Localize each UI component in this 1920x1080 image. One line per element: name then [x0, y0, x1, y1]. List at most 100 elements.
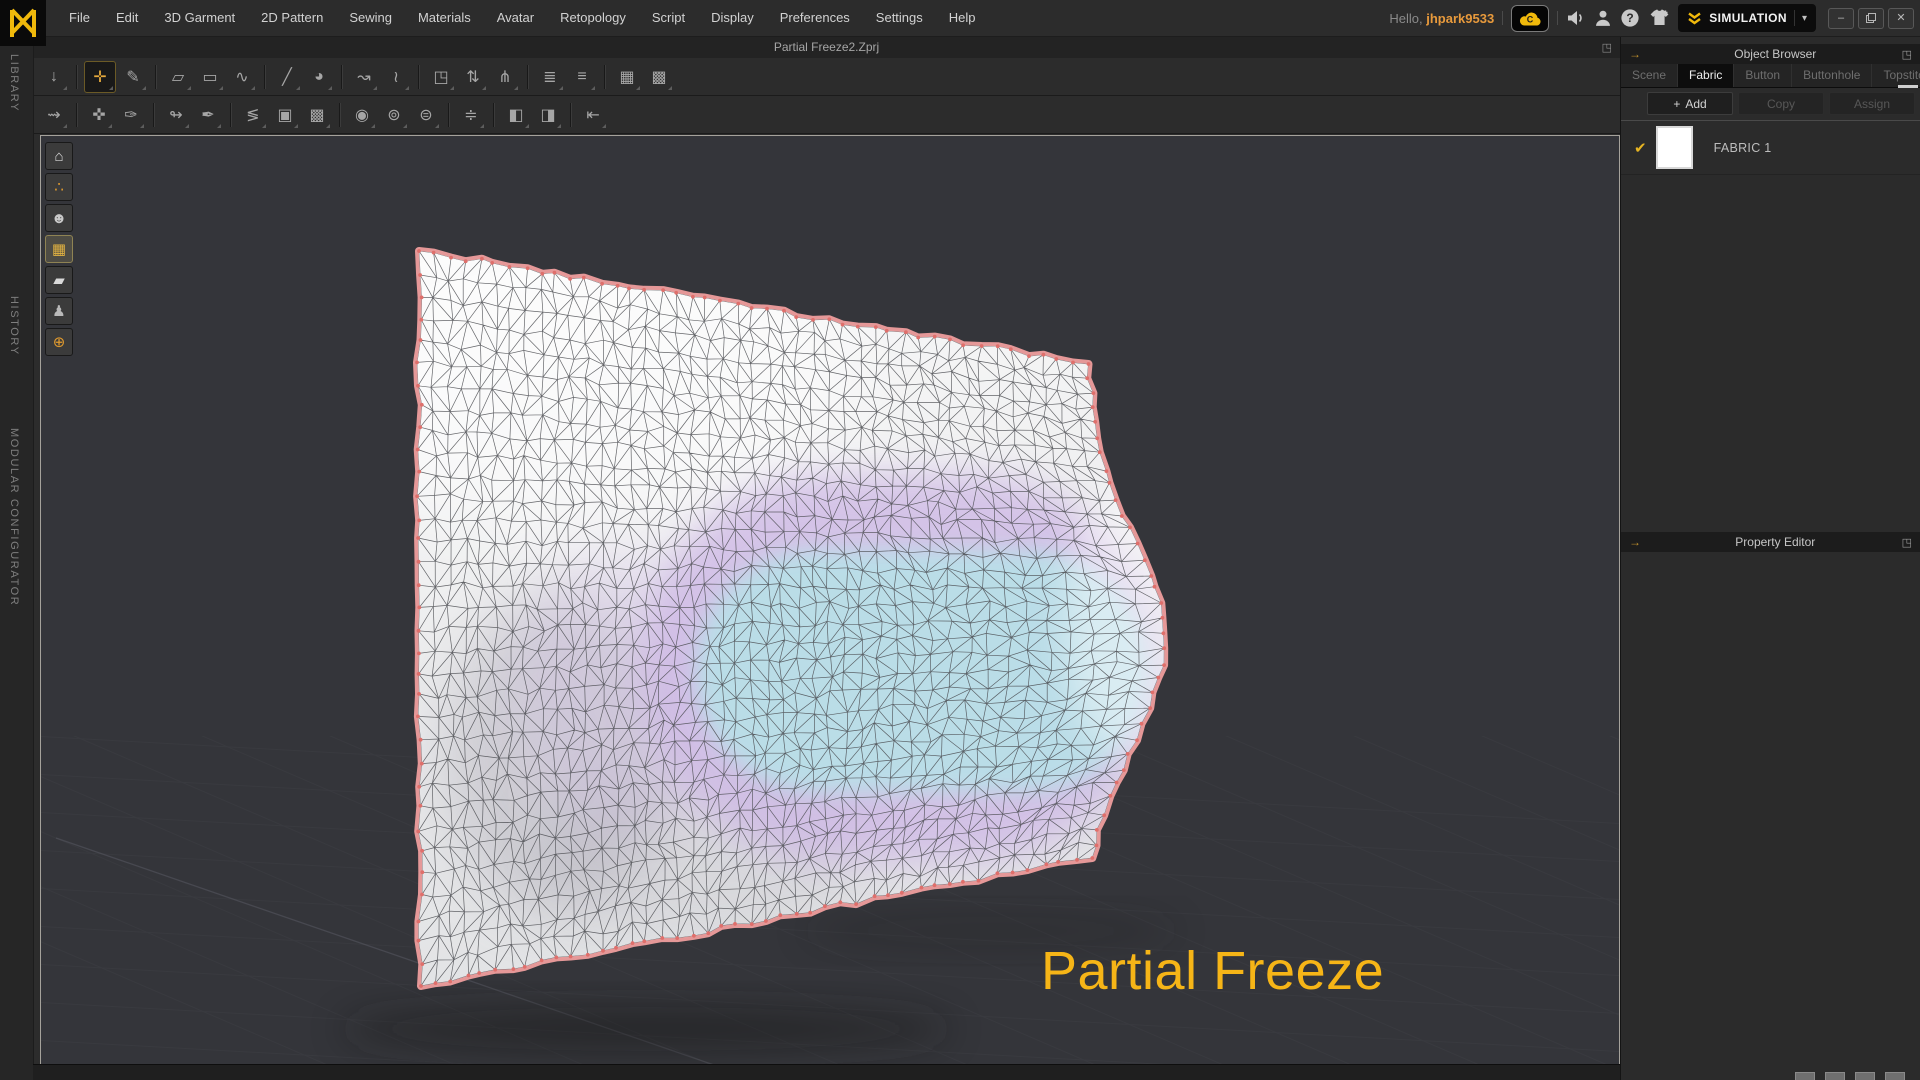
property-editor-title: Property Editor — [1649, 535, 1902, 549]
copy-button[interactable]: Copy — [1738, 92, 1824, 115]
avatar-bust-icon[interactable]: ♟ — [45, 297, 73, 325]
button-icon[interactable]: ⊚ — [379, 100, 409, 130]
tab-fabric[interactable]: Fabric — [1678, 64, 1734, 87]
restore-button[interactable] — [1858, 8, 1884, 29]
minimize-button[interactable]: – — [1828, 8, 1854, 29]
zipper-garment-icon[interactable]: ≶ — [238, 100, 268, 130]
mesh-view-icon[interactable]: ▦ — [45, 235, 73, 263]
select-move-icon[interactable]: ✛ — [84, 61, 116, 93]
3d-viewport[interactable]: ⌂ ∴ ☻ ▦ ▰ ♟ ⊕ Partial Freeze — [40, 135, 1620, 1066]
pin-select-icon[interactable]: ✜ — [84, 100, 114, 130]
flatten-right-icon[interactable]: ◨ — [533, 100, 563, 130]
expand-window-icon[interactable]: ◳ — [1602, 41, 1612, 54]
menu-materials[interactable]: Materials — [405, 0, 484, 36]
free-sewing-icon[interactable]: ≀ — [381, 62, 411, 92]
pin-arrow-icon[interactable]: → — [1629, 47, 1641, 61]
simulate-icon[interactable]: ↓ — [39, 62, 69, 92]
menu-settings[interactable]: Settings — [863, 0, 936, 36]
pattern-outline-icon[interactable]: ◳ — [426, 62, 456, 92]
edit-sewing-icon[interactable]: ╱ — [272, 62, 302, 92]
speaker-icon[interactable] — [1566, 10, 1586, 26]
show-garment-icon[interactable]: ⌂ — [45, 142, 73, 170]
tab-button[interactable]: Button — [1734, 64, 1792, 87]
buttonhole-lock-icon[interactable]: ⊜ — [411, 100, 441, 130]
uv-grid-3d-icon[interactable]: ▩ — [644, 62, 674, 92]
chevron-down-icon[interactable]: ▾ — [1802, 13, 1807, 24]
fabric-list-item[interactable]: ✔FABRIC 1 — [1621, 121, 1920, 175]
flatten-left-icon[interactable]: ◧ — [501, 100, 531, 130]
greeting-text: Hello, jhpark9533 — [1389, 11, 1494, 26]
bottom-edge-button[interactable] — [1885, 1072, 1905, 1080]
select-brush-icon[interactable]: ✎ — [118, 62, 148, 92]
menu-help[interactable]: Help — [936, 0, 989, 36]
menu-bar: FileEdit3D Garment2D PatternSewingMateri… — [0, 0, 1920, 37]
close-button[interactable]: ✕ — [1888, 8, 1914, 29]
menu-avatar[interactable]: Avatar — [484, 0, 547, 36]
pin-brush-icon[interactable]: ✑ — [116, 100, 146, 130]
viewport-caption: Partial Freeze — [1041, 940, 1384, 1002]
segment-sewing-icon[interactable]: ↝ — [349, 62, 379, 92]
sphere-tool-icon[interactable]: ◕ — [304, 62, 334, 92]
toolbar-separator — [418, 65, 419, 89]
menu-display[interactable]: Display — [698, 0, 767, 36]
right-panel: → Object Browser ◳ SceneFabricButtonButt… — [1620, 36, 1920, 1080]
tab-scene[interactable]: Scene — [1621, 64, 1678, 87]
tab-topstitch[interactable]: Topstitch — [1872, 64, 1920, 87]
menu-script[interactable]: Script — [639, 0, 698, 36]
toolbar-row-1: ↓ ✛✎ ▱▭∿ ╱◕ ↝≀ ◳⇅⋔ ≣≡ ▦▩ — [33, 58, 1620, 96]
expand-panel-icon[interactable]: ◳ — [1902, 48, 1912, 61]
wireframe-globe-icon[interactable]: ⊕ — [45, 328, 73, 356]
show-avatar-icon[interactable]: ☻ — [45, 204, 73, 232]
avatar-points-icon[interactable]: ∴ — [45, 173, 73, 201]
menu-retopology[interactable]: Retopology — [547, 0, 639, 36]
pin-arrow-icon[interactable]: → — [1629, 535, 1641, 549]
menu-2d-pattern[interactable]: 2D Pattern — [248, 0, 336, 36]
pleat-sewing-icon[interactable]: ≡ — [567, 62, 597, 92]
transform-pattern-icon[interactable]: ▱ — [163, 62, 193, 92]
separator — [1794, 10, 1795, 26]
tab-buttonhole[interactable]: Buttonhole — [1792, 64, 1872, 87]
fabric-pattern-icon[interactable]: ▩ — [302, 100, 332, 130]
bottom-edge-button[interactable] — [1855, 1072, 1875, 1080]
fabric-checked-icon[interactable]: ✔ — [1634, 139, 1647, 157]
zipper-icon[interactable]: ≑ — [456, 100, 486, 130]
attach-curve-icon[interactable]: ↬ — [161, 100, 191, 130]
compress-icon[interactable]: ⇤ — [578, 100, 608, 130]
select-button-icon[interactable]: ◉ — [347, 100, 377, 130]
pleat-fold-icon[interactable]: ≣ — [535, 62, 565, 92]
clo-cloud-icon[interactable]: C — [1511, 5, 1549, 32]
app-logo[interactable] — [0, 0, 46, 46]
attach-pen-icon[interactable]: ✒ — [193, 100, 223, 130]
assign-button[interactable]: Assign — [1829, 92, 1915, 115]
menu-sewing[interactable]: Sewing — [336, 0, 405, 36]
side-tab-modular-configurator[interactable]: MODULAR CONFIGURATOR — [8, 428, 20, 606]
bottom-strip — [33, 1064, 1620, 1080]
bottom-edge-button[interactable] — [1825, 1072, 1845, 1080]
menu-file[interactable]: File — [56, 0, 103, 36]
expand-panel-icon[interactable]: ◳ — [1902, 536, 1912, 549]
menu-3d-garment[interactable]: 3D Garment — [151, 0, 248, 36]
uv-grid-icon[interactable]: ▦ — [612, 62, 642, 92]
fabric-swatch[interactable] — [1656, 126, 1693, 169]
side-tab-history[interactable]: HISTORY — [8, 296, 20, 356]
restore-icon — [1866, 13, 1876, 23]
side-tab-strip: LIBRARY HISTORY MODULAR CONFIGURATOR — [0, 36, 34, 1080]
3d-scene-canvas[interactable] — [41, 136, 1619, 1065]
garment-fit-icon[interactable]: ⋔ — [490, 62, 520, 92]
help-icon[interactable]: ? — [1620, 8, 1640, 28]
fold-arrangement-icon[interactable]: ⇅ — [458, 62, 488, 92]
fabric-texture-icon[interactable]: ▣ — [270, 100, 300, 130]
account-icon[interactable] — [1594, 9, 1612, 27]
add-button[interactable]: +Add — [1647, 92, 1733, 115]
menu-preferences[interactable]: Preferences — [767, 0, 863, 36]
side-tab-library[interactable]: LIBRARY — [8, 54, 20, 112]
add-garment-icon[interactable] — [1648, 9, 1670, 27]
edit-pattern-icon[interactable]: ▭ — [195, 62, 225, 92]
walk-animation-icon[interactable]: ⇝ — [39, 100, 69, 130]
button-label: Copy — [1767, 97, 1795, 111]
edit-curvature-icon[interactable]: ∿ — [227, 62, 257, 92]
show-cloth-icon[interactable]: ▰ — [45, 266, 73, 294]
bottom-edge-button[interactable] — [1795, 1072, 1815, 1080]
mode-selector[interactable]: SIMULATION ▾ — [1678, 4, 1816, 32]
menu-edit[interactable]: Edit — [103, 0, 151, 36]
